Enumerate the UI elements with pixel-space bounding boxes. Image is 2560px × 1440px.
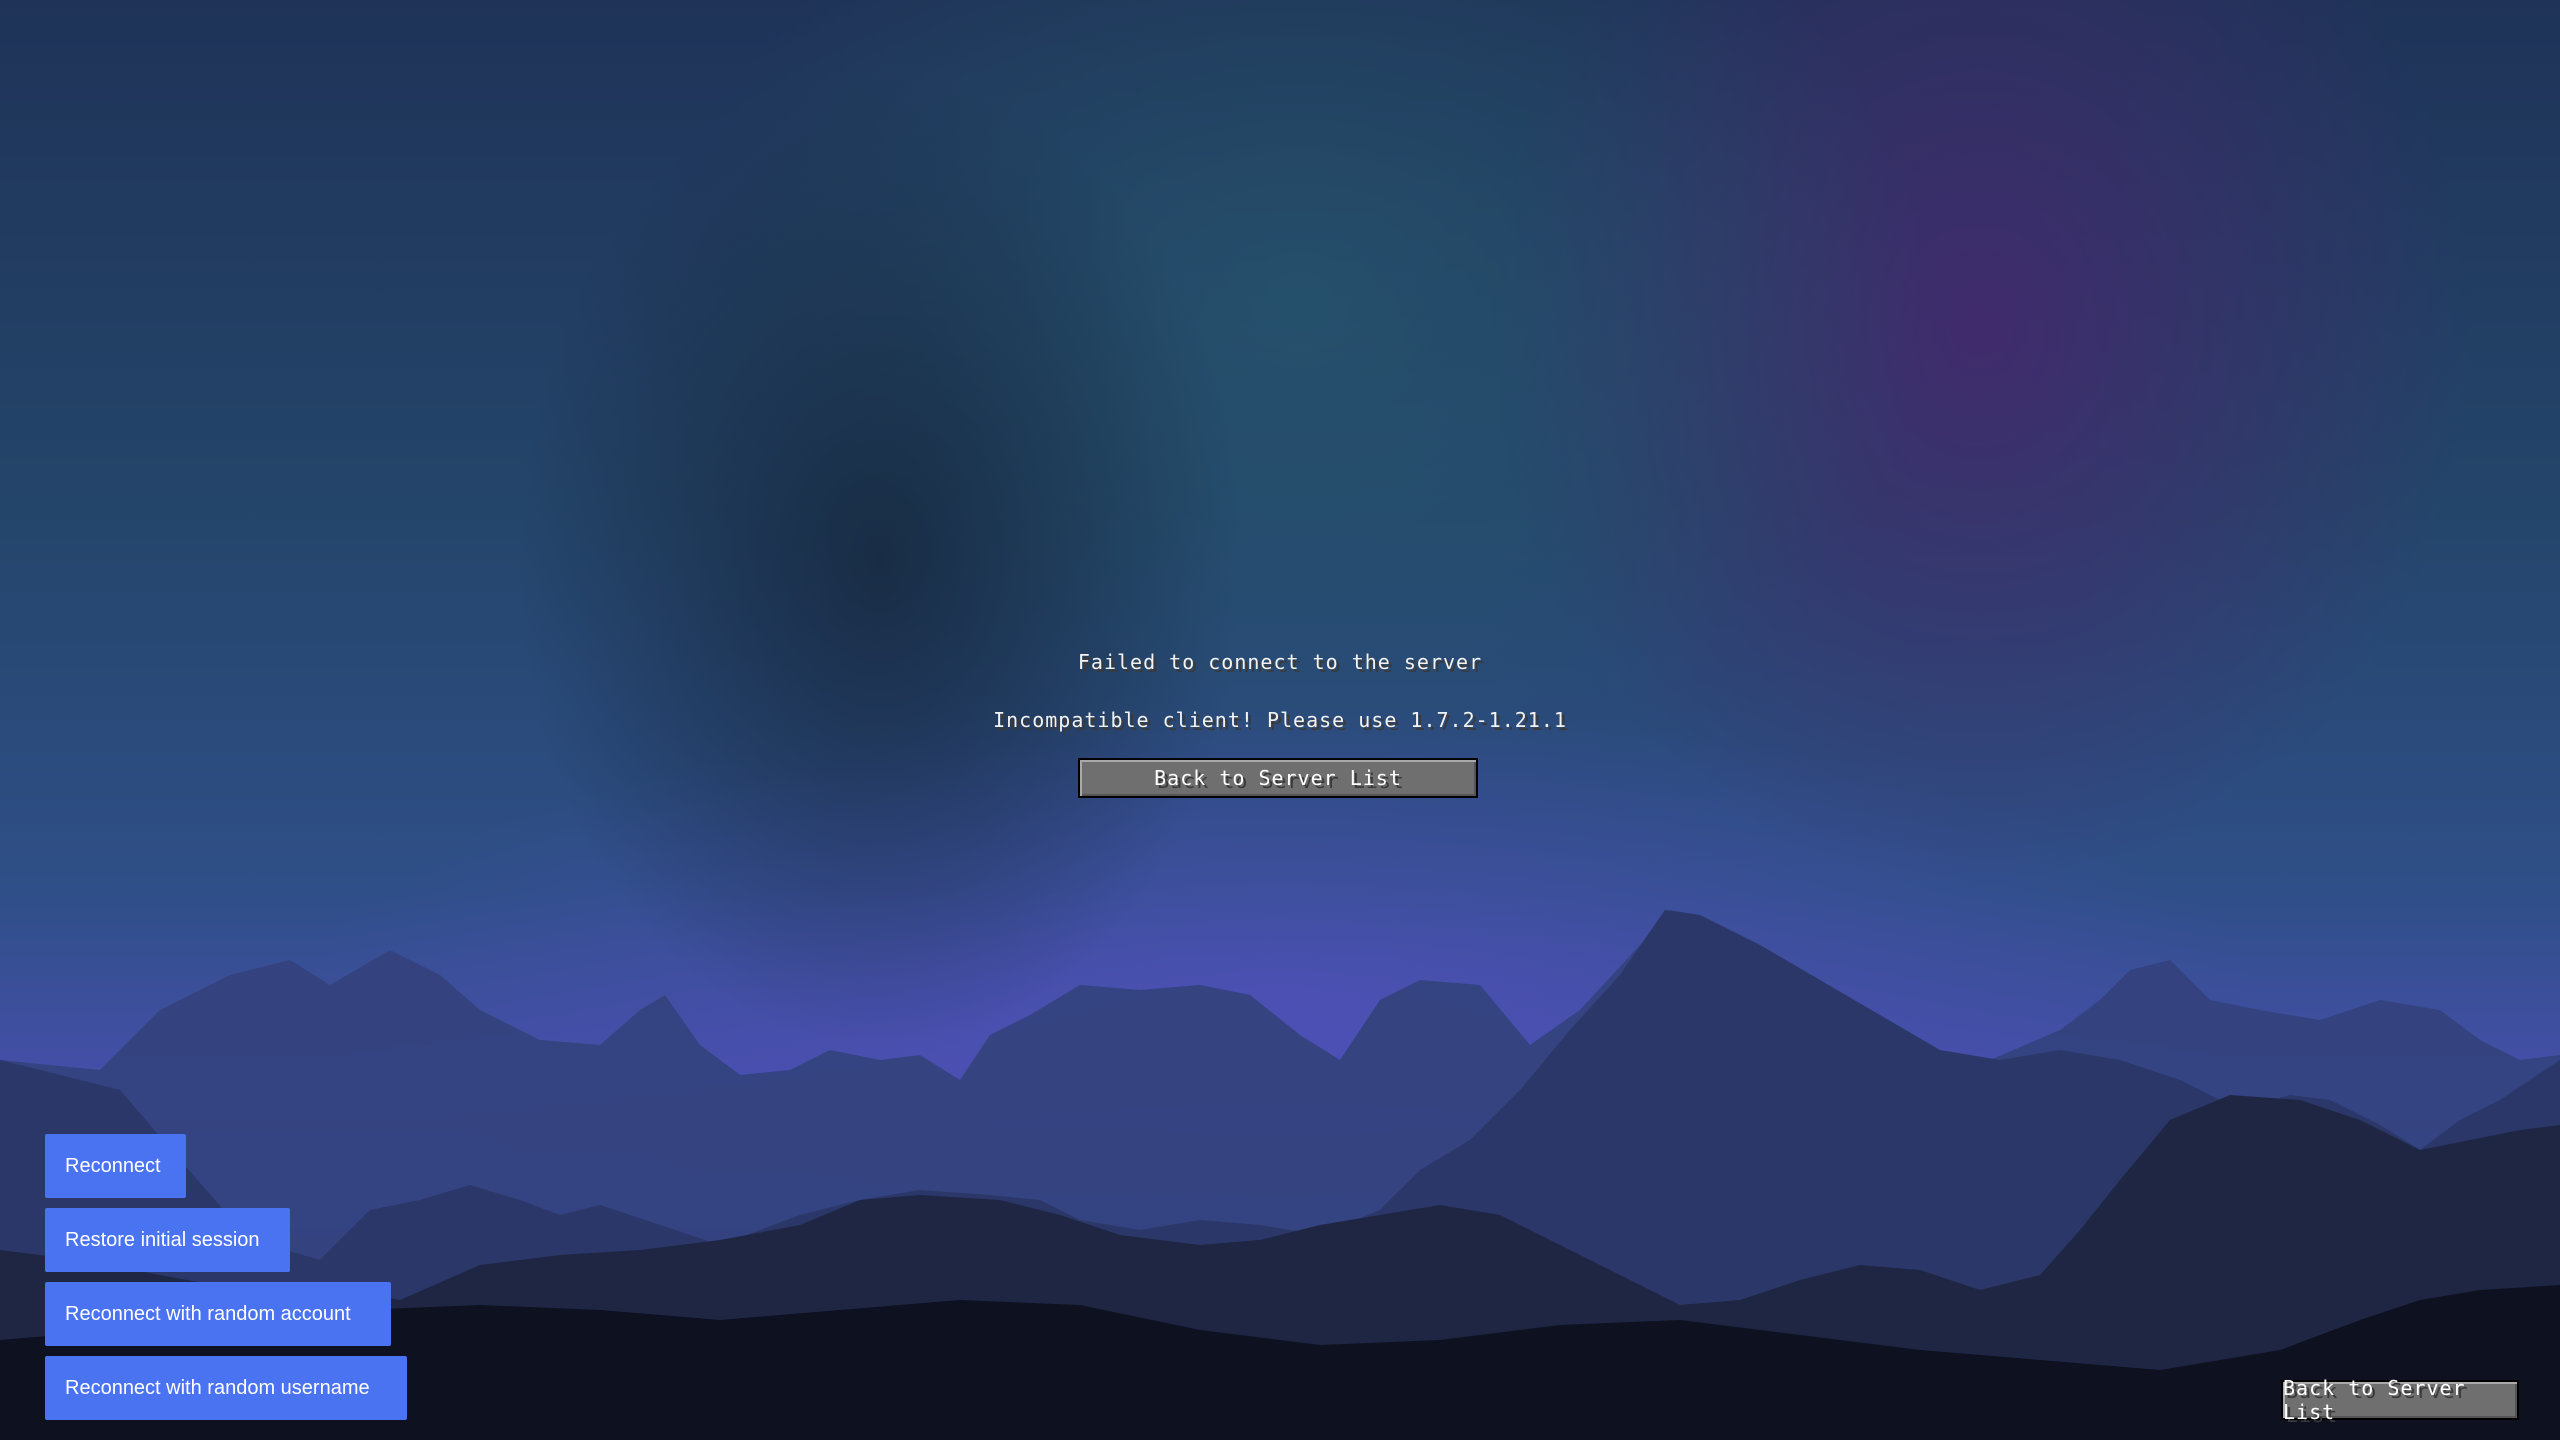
reconnect-random-account-button[interactable]: Reconnect with random account	[45, 1282, 391, 1346]
disconnect-title: Failed to connect to the server	[1077, 650, 1483, 674]
reconnect-button[interactable]: Reconnect	[45, 1134, 186, 1198]
restore-initial-session-label: Restore initial session	[65, 1228, 260, 1251]
back-to-server-list-button[interactable]: Back to Server List	[1078, 758, 1478, 798]
reconnect-label: Reconnect	[65, 1154, 161, 1177]
disconnect-screen: Failed to connect to the server Incompat…	[0, 0, 2560, 1440]
corner-back-to-server-list-button[interactable]: Back to Server List	[2281, 1376, 2519, 1424]
corner-back-to-server-list-label: Back to Server List	[2283, 1376, 2466, 1424]
reconnect-random-account-label: Reconnect with random account	[65, 1302, 351, 1325]
disconnect-reason: Incompatible client! Please use 1.7.2-1.…	[993, 708, 1567, 732]
restore-initial-session-button[interactable]: Restore initial session	[45, 1208, 290, 1272]
reconnect-random-username-label: Reconnect with random username	[65, 1376, 370, 1399]
back-to-server-list-label: Back to Server List	[1154, 766, 1402, 790]
reconnect-random-username-button[interactable]: Reconnect with random username	[45, 1356, 407, 1420]
